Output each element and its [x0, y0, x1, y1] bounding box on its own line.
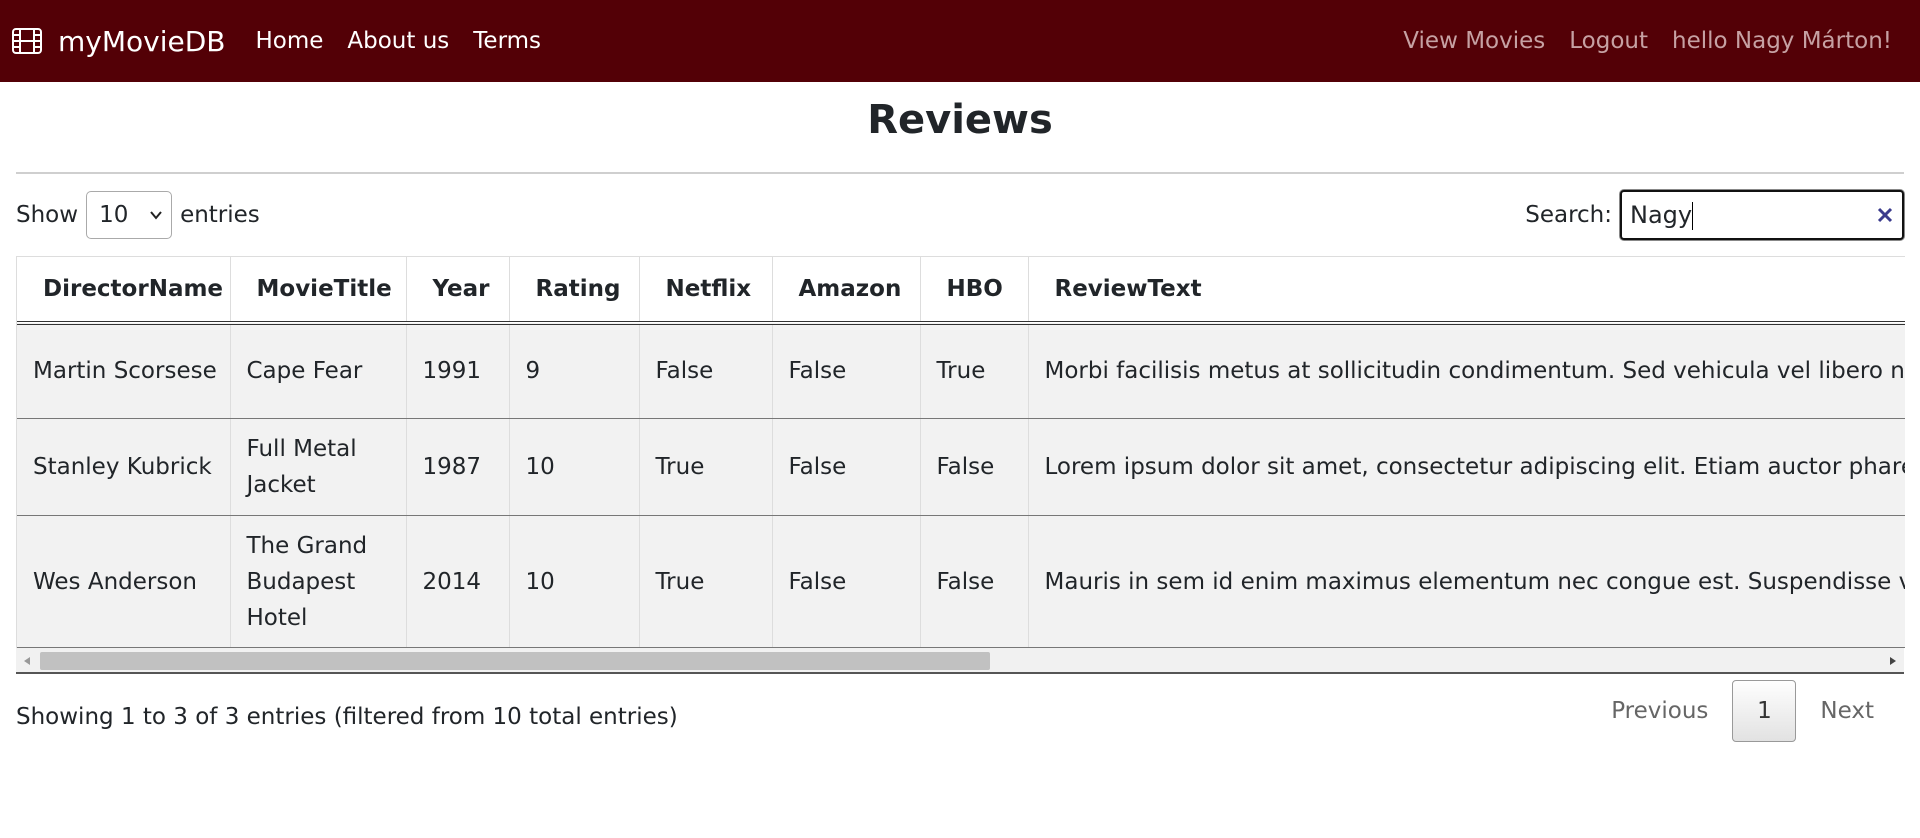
search-label: Search:	[1525, 202, 1612, 228]
table-controls: Show 10 entries Search: Nagy	[16, 174, 1904, 256]
cell-title: Cape Fear	[230, 322, 407, 419]
entries-label: entries	[180, 202, 260, 228]
film-icon	[12, 28, 42, 54]
previous-button[interactable]: Previous	[1589, 698, 1730, 724]
scroll-right-arrow-icon[interactable]	[1888, 656, 1898, 666]
column-header-year[interactable]: Year	[406, 256, 510, 325]
next-button[interactable]: Next	[1798, 698, 1896, 724]
navbar: myMovieDB Home About us Terms View Movie…	[0, 0, 1920, 82]
table-scroll-container: DirectorName MovieTitle Year Rating Netf…	[16, 256, 1905, 648]
show-label: Show	[16, 202, 79, 228]
chevron-down-icon	[150, 211, 162, 220]
cell-netflix: False	[639, 322, 773, 419]
search-input-value: Nagy	[1630, 201, 1876, 230]
search-control: Search: Nagy	[1525, 190, 1904, 240]
brand[interactable]: myMovieDB	[12, 25, 225, 58]
nav-about-us[interactable]: About us	[347, 28, 449, 54]
pagination: Previous 1 Next	[1589, 680, 1896, 742]
column-header-netflix[interactable]: Netflix	[639, 256, 773, 325]
cell-rating: 10	[509, 418, 640, 516]
horizontal-scrollbar[interactable]	[16, 648, 1904, 674]
scroll-left-arrow-icon[interactable]	[22, 656, 32, 666]
page-length-select[interactable]: 10	[86, 191, 173, 239]
cell-title: Full Metal Jacket	[230, 418, 407, 516]
user-greeting: hello Nagy Márton!	[1672, 28, 1892, 54]
page-button-current[interactable]: 1	[1732, 680, 1797, 742]
cell-title: The Grand Budapest Hotel	[230, 515, 407, 648]
cell-review: Mauris in sem id enim maximus elementum …	[1028, 515, 1905, 648]
brand-name: myMovieDB	[58, 24, 226, 58]
cell-netflix: True	[639, 418, 773, 516]
table-info: Showing 1 to 3 of 3 entries (filtered fr…	[16, 704, 678, 730]
cell-year: 1991	[406, 322, 510, 419]
scrollbar-thumb[interactable]	[40, 652, 990, 670]
cell-hbo: True	[920, 322, 1029, 419]
column-header-directorname[interactable]: DirectorName	[17, 256, 231, 325]
cell-year: 2014	[406, 515, 510, 648]
cell-hbo: False	[920, 418, 1029, 516]
table-footer: Showing 1 to 3 of 3 entries (filtered fr…	[16, 680, 1904, 742]
table-row: Wes Anderson The Grand Budapest Hotel 20…	[17, 515, 1905, 648]
column-header-rating[interactable]: Rating	[509, 256, 640, 325]
table-header-row: DirectorName MovieTitle Year Rating Netf…	[17, 256, 1905, 325]
nav-logout[interactable]: Logout	[1569, 28, 1648, 54]
column-header-movietitle[interactable]: MovieTitle	[230, 256, 407, 325]
nav-terms[interactable]: Terms	[473, 28, 541, 54]
cell-review: Morbi facilisis metus at sollicitudin co…	[1028, 322, 1905, 419]
table-row: Martin Scorsese Cape Fear 1991 9 False F…	[17, 322, 1905, 419]
column-header-amazon[interactable]: Amazon	[772, 256, 921, 325]
cell-review: Lorem ipsum dolor sit amet, consectetur …	[1028, 418, 1905, 516]
cell-year: 1987	[406, 418, 510, 516]
page-length-value: 10	[99, 202, 129, 228]
nav-home[interactable]: Home	[255, 28, 323, 54]
nav-view-movies[interactable]: View Movies	[1403, 28, 1545, 54]
search-input[interactable]: Nagy	[1620, 190, 1904, 240]
cell-director: Stanley Kubrick	[17, 418, 231, 516]
reviews-table: DirectorName MovieTitle Year Rating Netf…	[17, 256, 1905, 648]
search-text: Nagy	[1630, 200, 1693, 229]
clear-x-icon[interactable]	[1876, 206, 1894, 224]
cell-rating: 9	[509, 322, 640, 419]
column-header-hbo[interactable]: HBO	[920, 256, 1029, 325]
cell-netflix: True	[639, 515, 773, 648]
cell-director: Wes Anderson	[17, 515, 231, 648]
cell-rating: 10	[509, 515, 640, 648]
page-length-control: Show 10 entries	[16, 191, 260, 239]
cell-amazon: False	[772, 515, 921, 648]
page-title: Reviews	[867, 97, 1053, 143]
cell-amazon: False	[772, 418, 921, 516]
text-caret	[1692, 201, 1694, 230]
cell-director: Martin Scorsese	[17, 322, 231, 419]
cell-hbo: False	[920, 515, 1029, 648]
column-header-reviewtext[interactable]: ReviewText	[1028, 256, 1905, 325]
cell-amazon: False	[772, 322, 921, 419]
main-content: Reviews Show 10 entries Search: Nagy Dir…	[0, 82, 1920, 742]
table-row: Stanley Kubrick Full Metal Jacket 1987 1…	[17, 418, 1905, 516]
